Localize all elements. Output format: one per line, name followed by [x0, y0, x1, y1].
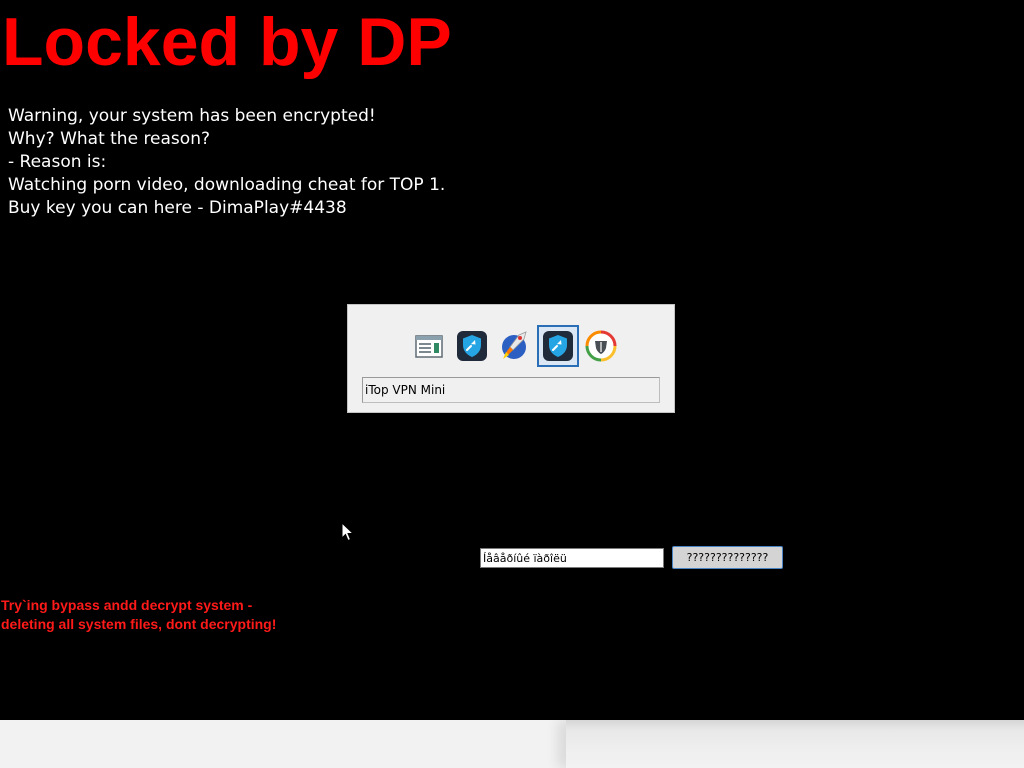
- mouse-pointer-icon: [341, 522, 355, 542]
- task-switcher-item[interactable]: [451, 325, 493, 367]
- task-switcher-item[interactable]: [580, 325, 622, 367]
- warning-line: - Reason is:: [8, 152, 107, 172]
- shield-speedometer-icon: [585, 330, 617, 362]
- warning-line: Buy key you can here - DimaPlay#4438: [8, 198, 347, 218]
- task-switcher-item[interactable]: [494, 325, 536, 367]
- threat-line: Try`ing bypass andd decrypt system -: [1, 597, 253, 613]
- task-switcher-item-selected[interactable]: [537, 325, 579, 367]
- task-switcher-item[interactable]: [408, 325, 450, 367]
- warning-line: Warning, your system has been encrypted!: [8, 106, 376, 126]
- window-app-icon: [415, 335, 443, 358]
- warning-line: Watching porn video, downloading cheat f…: [8, 175, 446, 195]
- task-switcher: iTop VPN Mini: [347, 304, 675, 413]
- threat-line: deleting all system files, dont decrypti…: [1, 616, 277, 632]
- warning-message: Warning, your system has been encrypted!…: [8, 105, 445, 220]
- task-switcher-label: iTop VPN Mini: [362, 377, 660, 403]
- rocket-app-icon: [502, 331, 527, 359]
- itop-vpn-mini-icon: [543, 331, 573, 361]
- itop-vpn-icon: [457, 331, 487, 361]
- window-shadow: [566, 720, 1024, 768]
- lock-screen: Locked by DP Warning, your system has be…: [0, 0, 1024, 720]
- lock-title: Locked by DP: [2, 4, 452, 80]
- unlock-button[interactable]: ??????????????: [672, 546, 783, 569]
- warning-line: Why? What the reason?: [8, 129, 210, 149]
- threat-message: Try`ing bypass andd decrypt system - del…: [1, 596, 276, 634]
- decryption-key-input[interactable]: [480, 548, 664, 568]
